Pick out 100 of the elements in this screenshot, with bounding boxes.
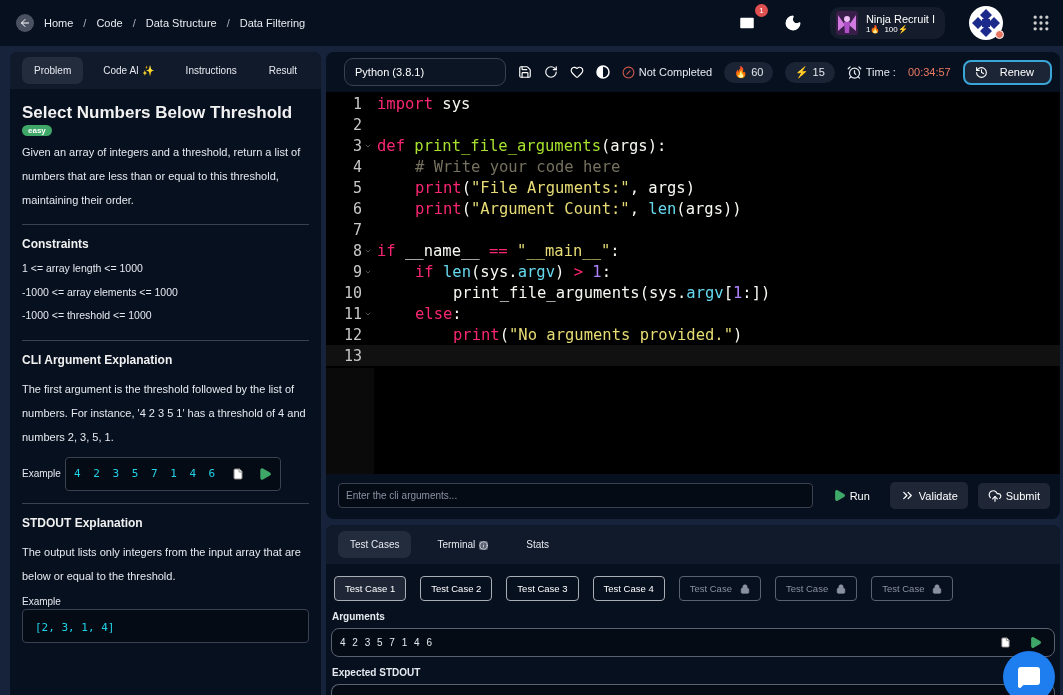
heart-icon[interactable]	[569, 65, 584, 79]
timer: 00:34:57	[907, 66, 951, 78]
breadcrumb-link[interactable]: Data Filtering	[239, 17, 306, 29]
status-text: Not Completed	[638, 66, 713, 78]
test-case-button[interactable]: Test Case	[678, 576, 761, 601]
rank-title: Ninja Recruit I	[865, 12, 935, 25]
arrow-left-icon	[19, 17, 31, 29]
back-button[interactable]	[16, 14, 34, 32]
code-line: else:	[414, 304, 462, 323]
ninja-figure-icon	[835, 11, 858, 35]
test-case-button[interactable]: Test Case 4	[592, 576, 665, 601]
points-count: 100⚡	[884, 24, 908, 34]
lock-icon	[836, 583, 847, 594]
apps-menu-icon[interactable]	[1031, 13, 1051, 33]
streak-count: 1🔥	[865, 24, 881, 34]
panel-tab[interactable]: Problem	[22, 57, 84, 84]
line-number: 3	[351, 136, 362, 155]
notification-badge: 1	[754, 4, 768, 17]
test-case-button[interactable]: Test Case 1	[334, 576, 407, 601]
reset-icon[interactable]	[543, 65, 558, 79]
code-line: print("No arguments provided.")	[452, 325, 743, 344]
panel-tab[interactable]: Result	[256, 57, 310, 84]
language-select[interactable]: Python (3.8.1)	[344, 58, 506, 86]
lock-icon	[932, 583, 943, 594]
renew-button[interactable]: Renew	[962, 59, 1052, 85]
rank-card[interactable]: Ninja Recruit I 1🔥 100⚡	[829, 7, 945, 39]
code-line: print("File Arguments:", args)	[414, 178, 695, 197]
mail-icon[interactable]	[737, 14, 756, 32]
line-number: 7	[351, 220, 362, 239]
section-heading: CLI Argument Explanation	[22, 352, 174, 367]
user-avatar[interactable]	[969, 6, 1003, 40]
example-output: [2, 3, 1, 4]	[35, 620, 115, 634]
arguments-text: 4 2 3 5 7 1 4 6	[340, 637, 435, 648]
save-icon[interactable]	[517, 65, 532, 79]
line-number: 5	[351, 178, 362, 197]
code-line: if len(sys.argv) > 1:	[414, 262, 612, 281]
line-number: 2	[351, 115, 362, 134]
run-icon[interactable]	[1029, 636, 1042, 649]
line-number: 11	[342, 304, 362, 323]
test-case-button[interactable]: Test Case	[774, 576, 858, 601]
play-icon	[832, 489, 846, 502]
code-line: def print_file_arguments(args):	[376, 136, 667, 155]
breadcrumb-link[interactable]: Code	[96, 17, 123, 29]
example-label: Example	[22, 595, 62, 607]
test-case-button[interactable]: Test Case 3	[506, 576, 579, 601]
constraint-text: -1000 <= array elements <= 1000	[22, 284, 179, 300]
copy-icon[interactable]	[232, 467, 245, 480]
output-tab[interactable]: Terminal	[425, 531, 501, 558]
line-number: 12	[342, 325, 362, 344]
submit-button[interactable]: Submit	[977, 482, 1050, 509]
line-number: 6	[351, 199, 362, 218]
code-line: print("Argument Count:", len(args))	[414, 199, 742, 218]
copy-icon[interactable]	[1000, 637, 1011, 648]
breadcrumb-separator: /	[226, 17, 230, 29]
code-line: # Write your code here	[414, 157, 621, 176]
breadcrumb-link[interactable]: Data Structure	[145, 17, 217, 29]
constraint-text: 1 <= array length <= 1000	[22, 261, 144, 276]
code-line: print_file_arguments(sys.argv[1:])	[452, 283, 771, 302]
line-number: 9	[351, 262, 362, 281]
field-label: Expected STDOUT	[331, 667, 422, 678]
line-number: 8	[351, 241, 362, 260]
upload-icon	[987, 488, 1002, 503]
history-icon	[974, 65, 988, 79]
breadcrumb-separator: /	[83, 17, 87, 29]
problem-description: Given an array of integers and a threshold, return a list of numbers that are less than or equal to this threshold, maintaining their order.	[22, 145, 302, 208]
code-line: if __name__ == "__main__":	[376, 241, 620, 260]
cli-arguments-field[interactable]: Enter the cli arguments...	[338, 483, 813, 508]
constraint-text: -1000 <= threshold <= 1000	[22, 308, 153, 323]
cli-explanation: The first argument is the threshold followed by the list of numbers. For instance, '4 2 3 5 1' has a threshold of 4 and numbers 2, 3, 5, 1.	[22, 381, 307, 445]
lock-icon	[739, 583, 750, 594]
line-number: 4	[351, 157, 362, 176]
test-case-button[interactable]: Test Case	[871, 576, 954, 601]
test-case-button[interactable]: Test Case 2	[420, 576, 493, 601]
output-tab[interactable]: Stats	[514, 531, 562, 558]
validate-button[interactable]: Validate	[889, 482, 968, 509]
code-line: import sys	[376, 94, 471, 113]
bolt-count: ⚡ 15	[785, 61, 835, 83]
line-number: 10	[342, 283, 362, 302]
field-label: Arguments	[331, 611, 386, 622]
breadcrumb-link[interactable]: Home	[44, 17, 74, 29]
not-completed-icon	[621, 65, 635, 79]
contrast-icon[interactable]	[595, 65, 610, 79]
panel-tab[interactable]: Instructions	[173, 57, 249, 84]
chat-icon	[1017, 665, 1041, 689]
panel-tab[interactable]: Code AI ✨	[91, 57, 166, 84]
problem-title: Select Numbers Below Threshold	[22, 103, 294, 123]
line-number: 13	[342, 346, 362, 365]
alarm-clock-icon	[846, 64, 862, 80]
difficulty-badge: easy	[22, 125, 52, 136]
output-tab[interactable]: Test Cases	[338, 531, 412, 558]
run-button[interactable]: Run	[822, 483, 880, 508]
stdout-explanation: The output lists only integers from the input array that are below or equal to the threshold.	[22, 544, 302, 584]
run-icon[interactable]	[258, 466, 273, 481]
time-label: Time :	[865, 66, 896, 78]
section-heading: STDOUT Explanation	[22, 515, 144, 530]
line-number: 1	[351, 94, 362, 113]
moon-icon[interactable]	[783, 14, 802, 32]
code-editor[interactable]	[326, 92, 1060, 368]
section-heading: Constraints	[22, 237, 90, 251]
fire-count: 🔥 60	[724, 61, 774, 83]
